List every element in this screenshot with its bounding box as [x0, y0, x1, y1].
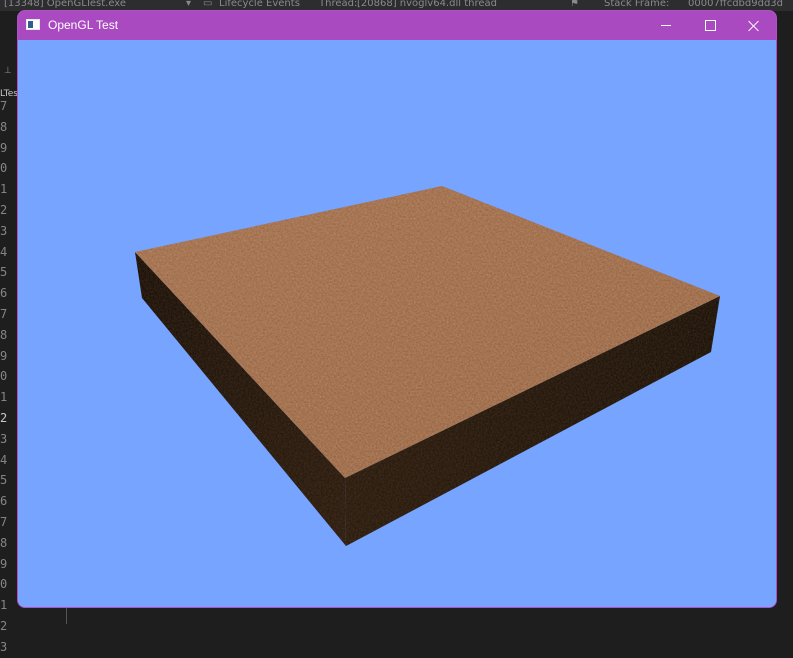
line-number: 8 [0, 535, 8, 550]
line-number: 9 [0, 556, 8, 571]
line-number: 7 [0, 307, 8, 321]
line-number: 2 [0, 619, 8, 633]
line-number: 5 [0, 473, 8, 488]
line-number: 0 [0, 577, 8, 592]
stack-frame-dropdown[interactable]: 00007ffcdbd9dd3d [688, 0, 783, 9]
thread-label: Thread: [319, 0, 358, 9]
box-top-face [135, 186, 720, 478]
line-number: 4 [0, 244, 8, 259]
lifecycle-events-button[interactable]: Lifecycle Events [219, 0, 300, 9]
ide-editor-area [18, 608, 793, 624]
close-icon [748, 20, 760, 32]
window-titlebar[interactable]: OpenGL Test [18, 11, 776, 40]
stack-frame-label: Stack Frame: [604, 0, 670, 9]
app-icon [26, 19, 40, 30]
opengl-viewport[interactable] [18, 40, 776, 607]
line-number: 7 [0, 99, 8, 113]
pin-icon[interactable]: ⊥ [4, 66, 12, 76]
line-number: 1 [0, 598, 8, 613]
close-button[interactable] [732, 11, 776, 40]
line-number: 8 [0, 327, 8, 342]
line-number: 0 [0, 369, 8, 384]
line-number: 9 [0, 140, 8, 155]
line-number: 6 [0, 286, 8, 301]
line-number: 9 [0, 348, 8, 363]
thread-dropdown[interactable]: [20868] nvoglv64.dll thread [357, 0, 497, 9]
window-title: OpenGL Test [48, 18, 119, 32]
dropdown-arrow-icon[interactable]: ▾ [186, 0, 191, 9]
maximize-button[interactable] [688, 11, 732, 40]
maximize-icon [704, 20, 716, 31]
ide-divider [66, 608, 67, 624]
ide-editor-gutter: ⊥ LTes 789012345678901234567890123 [0, 11, 18, 654]
process-dropdown[interactable]: [13348] OpenGLTest.exe [4, 0, 126, 9]
line-number: 0 [0, 161, 8, 176]
minimize-button[interactable] [644, 11, 688, 40]
line-number: 1 [0, 182, 8, 197]
line-number: 1 [0, 390, 8, 405]
line-number: 8 [0, 119, 8, 134]
line-number: 3 [0, 223, 8, 238]
line-number: 5 [0, 265, 8, 280]
opengl-window: OpenGL Test [17, 10, 777, 608]
line-number: 2 [0, 411, 8, 425]
line-number: 3 [0, 431, 8, 446]
line-number: 4 [0, 452, 8, 467]
line-number: 3 [0, 639, 8, 654]
minimize-icon [661, 25, 671, 26]
lifecycle-icon: ▭ [203, 0, 213, 9]
line-number: 2 [0, 203, 8, 217]
line-number: 7 [0, 515, 8, 529]
scene-canvas [135, 186, 720, 546]
line-number: 6 [0, 494, 8, 509]
thread-flag-icon[interactable]: ⚑ [570, 0, 579, 9]
